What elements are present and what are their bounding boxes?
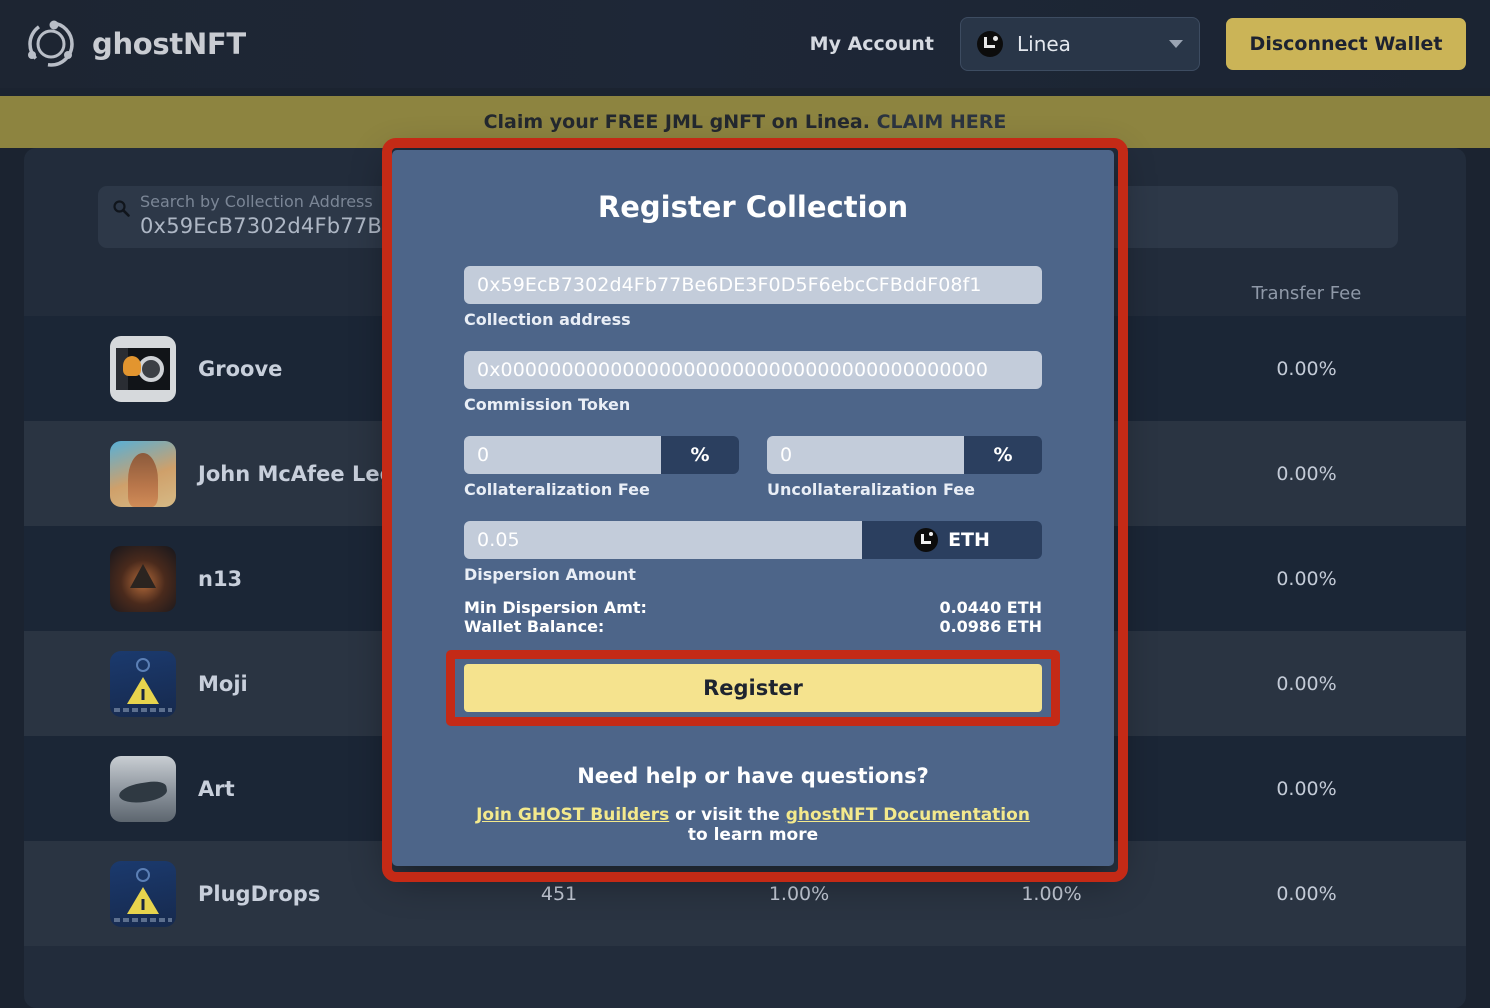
moji-thumbnail-icon — [110, 651, 176, 717]
transfer-fee-cell: 0.00% — [1179, 463, 1434, 485]
top-header-bar: ghostNFT My Account Linea Disconnect Wal… — [0, 0, 1490, 88]
collection-name-cell: n13 — [24, 546, 444, 612]
claim-here-link[interactable]: CLAIM HERE — [877, 111, 1007, 133]
collection-name: Moji — [198, 672, 248, 696]
header-actions: My Account Linea Disconnect Wallet — [810, 17, 1466, 71]
brand-name: ghostNFT — [92, 27, 246, 61]
collection-name: Art — [198, 777, 235, 801]
my-account-link[interactable]: My Account — [810, 33, 934, 55]
promo-banner-text: Claim your FREE JML gNFT on Linea. CLAIM… — [484, 111, 1007, 133]
disconnect-wallet-button[interactable]: Disconnect Wallet — [1226, 18, 1466, 70]
transfer-fee-cell: 0.00% — [1179, 883, 1434, 905]
n13-thumbnail-icon — [110, 546, 176, 612]
app-root: ghostNFT My Account Linea Disconnect Wal… — [0, 0, 1490, 1008]
items-cell: 451 — [444, 883, 674, 905]
collection-name-cell: Art — [24, 756, 444, 822]
collection-name-cell: PlugDrops — [24, 861, 444, 927]
collection-name-cell: Groove — [24, 336, 444, 402]
collection-name: n13 — [198, 567, 242, 591]
art-thumbnail-icon — [110, 756, 176, 822]
collateralization-fee-cell: 1.00% — [674, 883, 924, 905]
ghost-orbit-logo-icon — [24, 17, 78, 71]
collection-name: PlugDrops — [198, 882, 320, 906]
transfer-fee-cell: 0.00% — [1179, 778, 1434, 800]
transfer-fee-cell: 0.00% — [1179, 358, 1434, 380]
collection-name-cell: John McAfee Legacy — [24, 441, 444, 507]
column-header-transfer-fee: Transfer Fee — [1179, 283, 1434, 304]
modal-highlight-border — [382, 138, 1128, 882]
collection-name-cell: Moji — [24, 651, 444, 717]
transfer-fee-cell: 0.00% — [1179, 673, 1434, 695]
network-selector[interactable]: Linea — [960, 17, 1200, 71]
collection-name: Groove — [198, 357, 282, 381]
uncollateralization-fee-cell: 1.00% — [924, 883, 1179, 905]
brand-logo[interactable]: ghostNFT — [24, 17, 246, 71]
linea-icon — [977, 31, 1003, 57]
promo-banner-message: Claim your FREE JML gNFT on Linea. — [484, 111, 870, 133]
plugdrops-thumbnail-icon — [110, 861, 176, 927]
network-label: Linea — [1017, 32, 1155, 56]
search-icon — [112, 199, 130, 217]
mcafee-thumbnail-icon — [110, 441, 176, 507]
groove-thumbnail-icon — [110, 336, 176, 402]
chevron-down-icon — [1169, 40, 1183, 48]
transfer-fee-cell: 0.00% — [1179, 568, 1434, 590]
